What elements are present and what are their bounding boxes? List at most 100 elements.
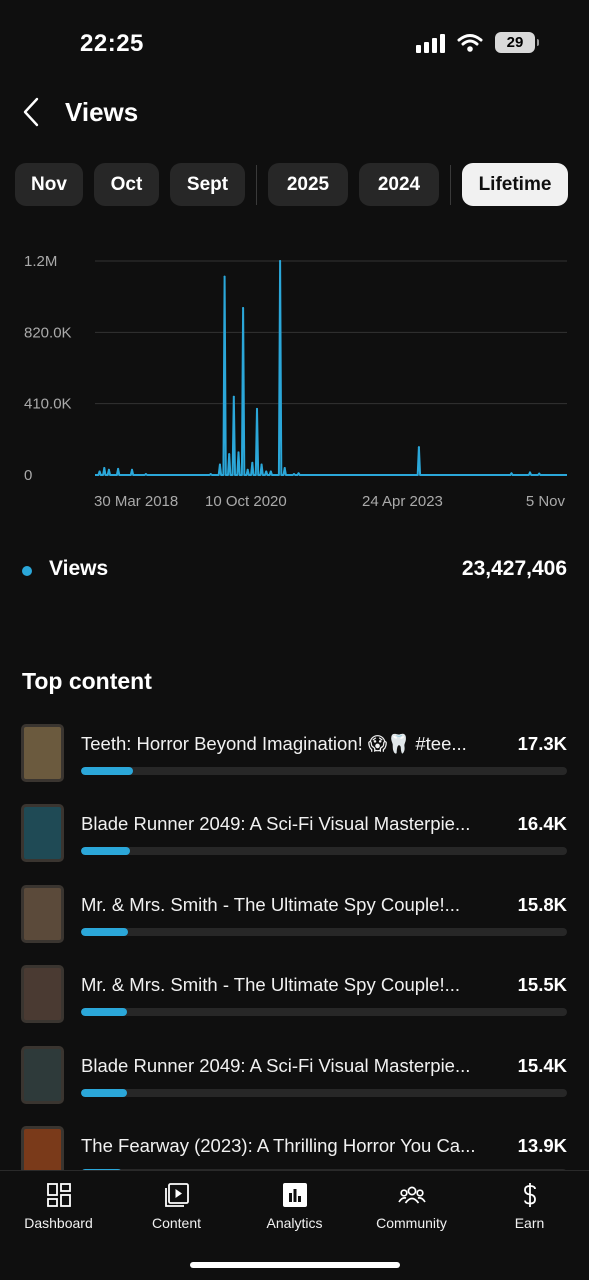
item-title: Mr. & Mrs. Smith - The Ultimate Spy Coup… — [81, 894, 461, 915]
status-bar: 22:25 29 — [0, 0, 589, 80]
chip-oct[interactable]: Oct — [94, 163, 159, 206]
data-point — [279, 260, 282, 262]
content-item[interactable]: Mr. & Mrs. Smith - The Ultimate Spy Coup… — [0, 883, 589, 945]
data-point — [255, 407, 258, 410]
video-thumbnail — [21, 724, 64, 782]
nav-label: Earn — [514, 1215, 545, 1231]
item-value: 15.4K — [517, 1055, 567, 1076]
nav-analytics[interactable]: Analytics — [236, 1181, 353, 1245]
x-tick-label: 10 Oct 2020 — [205, 493, 287, 510]
nav-content[interactable]: Content — [118, 1181, 235, 1245]
community-icon — [397, 1186, 426, 1204]
item-title: Blade Runner 2049: A Sci-Fi Visual Maste… — [81, 813, 471, 834]
item-title: The Fearway (2023): A Thrilling Horror Y… — [81, 1135, 476, 1156]
nav-label: Dashboard — [24, 1215, 93, 1231]
chip-separator — [450, 165, 451, 205]
item-value: 16.4K — [517, 813, 567, 834]
item-title: Blade Runner 2049: A Sci-Fi Visual Maste… — [81, 1055, 471, 1076]
share-bar — [81, 767, 567, 775]
summary-label: Views — [49, 557, 109, 580]
chip-separator — [256, 165, 257, 205]
status-time: 22:25 — [80, 30, 144, 57]
header: Views — [0, 88, 589, 138]
share-bar — [81, 1008, 567, 1016]
content-item[interactable]: Blade Runner 2049: A Sci-Fi Visual Maste… — [0, 1044, 589, 1106]
y-tick-label: 410.0K — [24, 396, 72, 413]
data-point — [246, 468, 249, 471]
item-title: Teeth: Horror Beyond Imagination! 😱🦷 #te… — [81, 733, 467, 754]
content-icon — [164, 1183, 189, 1207]
data-point — [538, 472, 541, 475]
content-item[interactable]: Blade Runner 2049: A Sci-Fi Visual Maste… — [0, 802, 589, 864]
data-point — [417, 446, 420, 449]
chart-svg: 1.2M 820.0K 410.0K 0 30 Mar 2018 10 Oct 2020 2… — [24, 253, 567, 510]
share-bar-fill — [81, 1089, 127, 1097]
data-point — [528, 471, 531, 474]
section-title: Top content — [22, 668, 152, 694]
video-thumbnail — [21, 804, 64, 862]
data-point — [218, 463, 221, 466]
dashboard-icon — [46, 1183, 71, 1207]
x-tick-label: 30 Mar 2018 — [94, 493, 178, 510]
chip-nov[interactable]: Nov — [15, 163, 83, 206]
views-screen: 22:25 29 Views Nov Oct Sept 2025 2024 Li… — [0, 0, 589, 1280]
share-bar — [81, 928, 567, 936]
chip-2024[interactable]: 2024 — [359, 163, 439, 206]
content-item[interactable]: Teeth: Horror Beyond Imagination! 😱🦷 #te… — [0, 722, 589, 784]
analytics-icon — [282, 1183, 307, 1207]
data-point — [131, 468, 134, 471]
data-point — [117, 467, 120, 470]
item-value: 15.5K — [517, 974, 567, 995]
item-title: Mr. & Mrs. Smith - The Ultimate Spy Coup… — [81, 974, 461, 995]
nav-label: Content — [151, 1215, 202, 1231]
battery-icon: 29 — [495, 32, 539, 53]
y-tick-label: 820.0K — [24, 324, 72, 341]
legend-dot — [22, 566, 32, 576]
back-button[interactable] — [18, 94, 48, 130]
views-summary: Views 23,427,406 — [0, 554, 589, 588]
views-series-line — [95, 260, 567, 476]
chevron-left-icon — [23, 97, 39, 127]
content-item[interactable]: Mr. & Mrs. Smith - The Ultimate Spy Coup… — [0, 963, 589, 1025]
data-point — [265, 470, 268, 473]
item-value: 15.8K — [517, 894, 567, 915]
video-thumbnail — [21, 965, 64, 1023]
chip-2025[interactable]: 2025 — [268, 163, 348, 206]
nav-label: Community — [376, 1215, 447, 1231]
content-item[interactable]: The Fearway (2023): A Thrilling Horror Y… — [0, 1124, 589, 1170]
nav-label: Analytics — [266, 1215, 323, 1231]
earn-icon — [523, 1183, 536, 1207]
share-bar-fill — [81, 767, 133, 775]
data-point — [251, 461, 254, 464]
data-point — [223, 275, 226, 278]
data-point — [103, 467, 106, 470]
nav-dashboard[interactable]: Dashboard — [0, 1181, 117, 1245]
share-bar — [81, 847, 567, 855]
data-point — [283, 467, 286, 470]
top-content-list: Teeth: Horror Beyond Imagination! 😱🦷 #te… — [0, 722, 589, 1170]
views-chart: 1.2M 820.0K 410.0K 0 30 Mar 2018 10 Oct 2020 2… — [0, 236, 589, 526]
home-indicator — [190, 1262, 400, 1268]
wifi-icon — [457, 33, 483, 52]
data-point — [237, 451, 240, 454]
y-tick-label: 1.2M — [24, 253, 57, 270]
x-tick-label: 5 Nov — [526, 493, 566, 510]
x-tick-label: 24 Apr 2023 — [362, 493, 443, 510]
data-point — [107, 468, 110, 471]
chip-sept[interactable]: Sept — [170, 163, 245, 206]
nav-community[interactable]: Community — [353, 1181, 470, 1245]
nav-earn[interactable]: Earn — [471, 1181, 588, 1245]
summary-value: 23,427,406 — [461, 557, 567, 580]
video-thumbnail — [21, 1126, 64, 1170]
signal-icon — [416, 33, 445, 53]
status-icons: 29 — [416, 32, 539, 53]
chip-lifetime[interactable]: Lifetime — [462, 163, 568, 206]
data-point — [510, 472, 513, 475]
video-thumbnail — [21, 1046, 64, 1104]
item-value: 13.9K — [517, 1135, 567, 1156]
data-point — [260, 463, 263, 466]
item-value: 17.3K — [517, 733, 567, 754]
data-point — [228, 453, 231, 456]
y-tick-label: 0 — [24, 467, 32, 484]
data-point — [98, 470, 101, 473]
